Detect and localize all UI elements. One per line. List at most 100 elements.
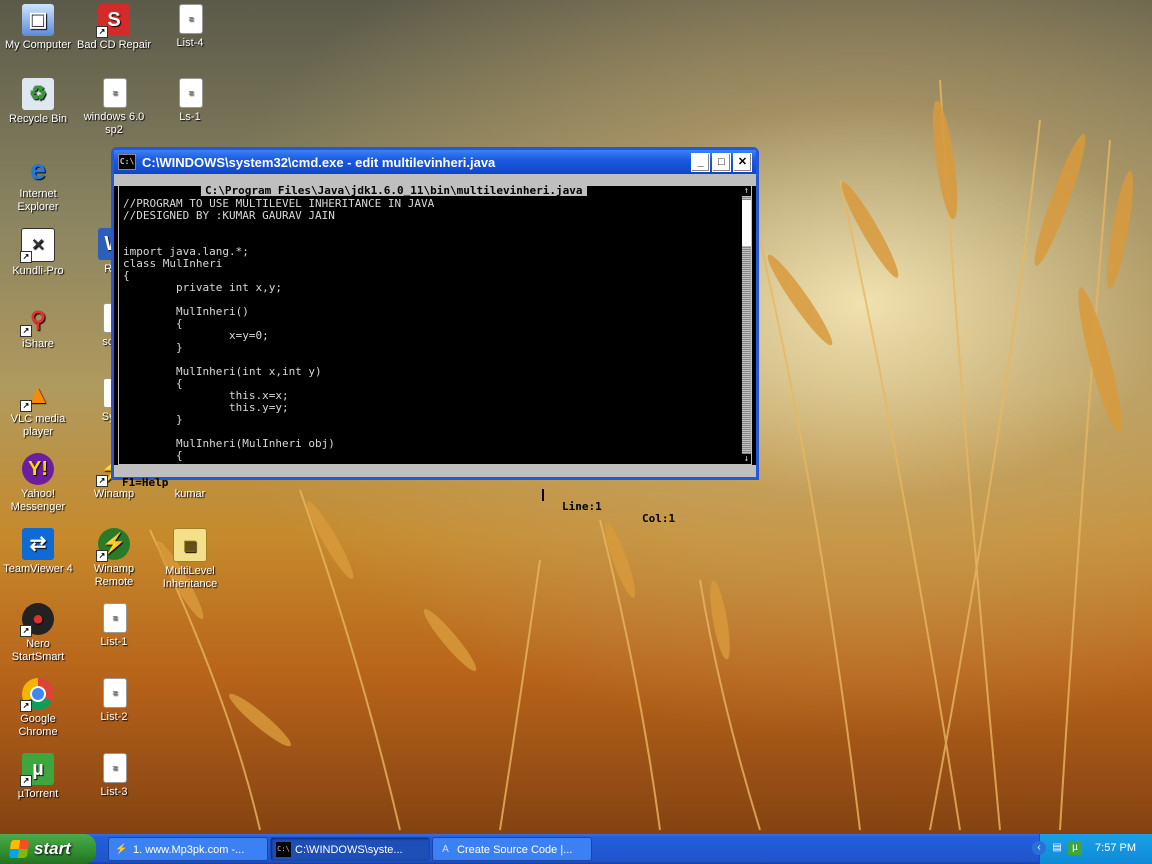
document-icon: ≡: [103, 603, 127, 633]
task-label: 1. www.Mp3pk.com -...: [133, 844, 245, 856]
icon-label: Ls-1: [179, 111, 201, 123]
computer-icon: ▣: [22, 4, 54, 36]
icon-label: Nero StartSmart: [11, 638, 65, 663]
file-path: C:\Program Files\Java\jdk1.6.0_11\bin\mu…: [201, 185, 587, 196]
cmd-icon[interactable]: C:\: [118, 154, 136, 170]
status-col: Col:1: [642, 512, 676, 525]
network-icon[interactable]: ▤: [1050, 841, 1064, 855]
icon-label: Yahoo! Messenger: [10, 488, 66, 513]
chrome-icon: ↗: [20, 678, 54, 712]
desktop-icon-kumar[interactable]: kumar: [152, 488, 228, 501]
desktop-icon-ls-1[interactable]: ≡ Ls-1: [152, 78, 228, 124]
desktop-icon-teamviewer[interactable]: ⇄ TeamViewer 4: [0, 528, 76, 576]
icon-label: Kundli-Pro: [12, 265, 64, 277]
vertical-scrollbar[interactable]: ↑ ↓: [742, 186, 751, 464]
desktop-icon-list-4[interactable]: ≡ List-4: [152, 4, 228, 50]
desktop-icon-yahoo[interactable]: Y! Yahoo! Messenger: [0, 453, 76, 514]
cmd-window[interactable]: C:\ C:\WINDOWS\system32\cmd.exe - edit m…: [111, 147, 759, 525]
utorrent-icon: µ ↗: [20, 753, 54, 787]
close-button[interactable]: ✕: [733, 152, 752, 172]
editor-statusbar: F1=Help Line:1 Col:1: [114, 465, 756, 525]
desktop-icon-list-3[interactable]: ≡ List-3: [76, 753, 152, 799]
desktop-icon-multilevel-inheritance[interactable]: ▥ MultiLevel Inheritance: [152, 528, 228, 591]
archive-icon: ▥: [173, 528, 207, 562]
cd-repair-icon: S ↗: [96, 4, 130, 38]
document-icon: ≡: [103, 753, 127, 783]
winamp-icon: ⚡: [115, 844, 128, 855]
icon-label: windows 6.0 sp2: [83, 111, 145, 136]
task-label: Create Source Code |...: [457, 844, 573, 856]
scroll-down-icon[interactable]: ↓: [742, 454, 751, 464]
shortcut-arrow-icon: ↗: [20, 700, 32, 712]
console-area[interactable]: File Edit Search View Options Help C:\Pr…: [114, 174, 756, 525]
browser-icon: A: [442, 844, 449, 855]
desktop-icon-nero[interactable]: ● ↗ Nero StartSmart: [0, 603, 76, 664]
icon-label: TeamViewer 4: [3, 563, 73, 575]
icon-label: µTorrent: [17, 788, 59, 800]
taskbar-item-cmd[interactable]: C:\ C:\WINDOWS\syste...: [270, 837, 430, 861]
system-tray: ‹ ▤ µ 7:57 PM: [1032, 834, 1152, 864]
icon-label: MultiLevel Inheritance: [162, 565, 218, 590]
document-icon: ≡: [179, 78, 203, 108]
teamviewer-icon: ⇄: [22, 528, 54, 560]
chevron-left-icon[interactable]: ‹: [1032, 841, 1046, 855]
icon-label: Internet Explorer: [17, 188, 59, 213]
shortcut-arrow-icon: ↗: [20, 775, 32, 787]
icon-label: Winamp Remote: [93, 563, 135, 588]
windows-logo-icon: [8, 840, 30, 858]
desktop-icon-kundli-pro[interactable]: ✕ ↗ Kundli-Pro: [0, 228, 76, 278]
taskbar-item-browser[interactable]: A Create Source Code |...: [432, 837, 592, 861]
desktop-icon-utorrent[interactable]: µ ↗ µTorrent: [0, 753, 76, 801]
window-titlebar[interactable]: C:\ C:\WINDOWS\system32\cmd.exe - edit m…: [114, 150, 756, 174]
desktop-icon-ishare[interactable]: ⚲ ↗ iShare: [0, 303, 76, 351]
desktop-icon-windows-sp2[interactable]: ≡ windows 6.0 sp2: [76, 78, 152, 137]
vlc-icon: ▲ ↗: [20, 378, 54, 412]
desktop-icon-list-2[interactable]: ≡ List-2: [76, 678, 152, 724]
start-label: start: [34, 839, 71, 858]
yahoo-icon: Y!: [22, 453, 54, 485]
code-text[interactable]: //PROGRAM TO USE MULTILEVEL INHERITANCE …: [123, 198, 737, 464]
icon-label: Recycle Bin: [8, 113, 68, 125]
ishare-icon: ⚲ ↗: [20, 303, 54, 337]
desktop-icon-winamp-remote[interactable]: ⚡ ↗ Winamp Remote: [76, 528, 152, 589]
desktop-icon-chrome[interactable]: ↗ Google Chrome: [0, 678, 76, 739]
icon-label: List-2: [100, 711, 128, 723]
desktop-icon-internet-explorer[interactable]: e Internet Explorer: [0, 153, 76, 214]
icon-label: List-1: [100, 636, 128, 648]
taskbar-item-winamp[interactable]: ⚡ 1. www.Mp3pk.com -...: [108, 837, 268, 861]
start-button[interactable]: start: [0, 834, 96, 864]
shortcut-arrow-icon: ↗: [20, 400, 32, 412]
icon-label: iShare: [22, 338, 54, 350]
desktop-icon-bad-cd-repair[interactable]: S ↗ Bad CD Repair: [76, 4, 152, 52]
icon-label: List-3: [100, 786, 128, 798]
desktop-icon-recycle-bin[interactable]: ♻ Recycle Bin: [0, 78, 76, 126]
minimize-button[interactable]: _: [691, 152, 710, 172]
task-label: C:\WINDOWS\syste...: [295, 844, 403, 856]
shortcut-arrow-icon: ↗: [20, 625, 32, 637]
status-line: Line:1: [562, 500, 602, 513]
icon-label: VLC media player: [10, 413, 66, 438]
icon-label: My Computer: [4, 39, 72, 51]
clock[interactable]: 7:57 PM: [1095, 842, 1136, 854]
desktop-icon-vlc[interactable]: ▲ ↗ VLC media player: [0, 378, 76, 439]
editor-pane[interactable]: C:\Program Files\Java\jdk1.6.0_11\bin\mu…: [118, 185, 752, 465]
utorrent-tray-icon[interactable]: µ: [1068, 841, 1082, 855]
document-icon: ≡: [103, 678, 127, 708]
scroll-up-icon[interactable]: ↑: [742, 186, 751, 196]
shortcut-arrow-icon: ↗: [96, 550, 108, 562]
document-icon: ≡: [103, 78, 127, 108]
icon-label: Google Chrome: [18, 713, 58, 738]
shortcut-arrow-icon: ↗: [20, 325, 32, 337]
desktop-icon-my-computer[interactable]: ▣ My Computer: [0, 4, 76, 52]
desktop-icon-list-1[interactable]: ≡ List-1: [76, 603, 152, 649]
scroll-thumb[interactable]: [742, 200, 751, 246]
cmd-icon: C:\: [276, 842, 291, 857]
kundli-icon: ✕ ↗: [20, 228, 55, 263]
taskbar: start ⚡ 1. www.Mp3pk.com -... C:\ C:\WIN…: [0, 834, 1152, 864]
icon-label: kumar: [174, 488, 206, 500]
status-help: F1=Help: [122, 476, 169, 489]
icon-label: List-4: [176, 37, 204, 49]
ie-icon: e: [30, 153, 46, 185]
status-divider: [542, 489, 544, 501]
maximize-button[interactable]: □: [712, 152, 731, 172]
